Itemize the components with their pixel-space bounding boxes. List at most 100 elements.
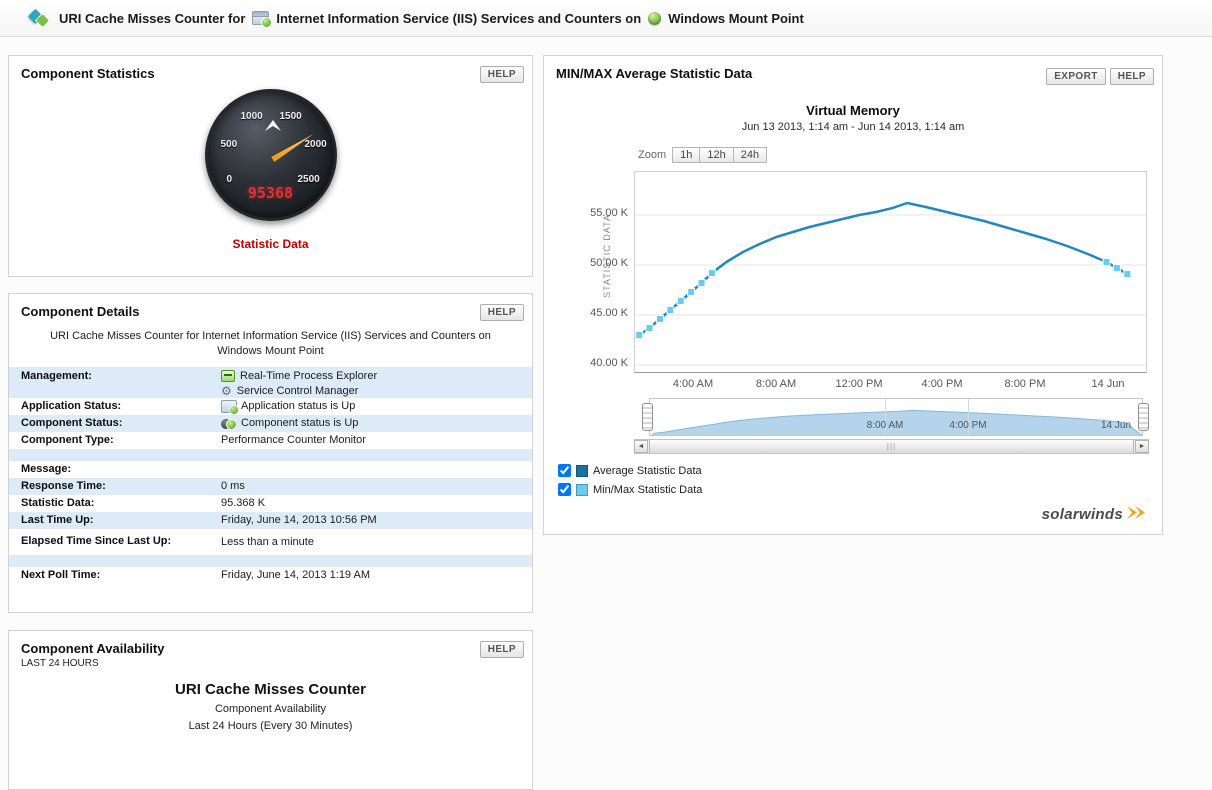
table-row-application-status: Application Status: Application status i…: [9, 398, 532, 415]
table-row-next-poll-time: Next Poll Time: Friday, June 14, 2013 1:…: [9, 567, 532, 584]
panel-title: Component Details: [21, 304, 140, 319]
process-explorer-icon: [221, 369, 235, 382]
y-tick-label: 45.00 K: [590, 307, 628, 319]
component-details-panel: Component Details HELP URI Cache Misses …: [8, 293, 533, 613]
availability-chart-title: URI Cache Misses Counter: [175, 681, 366, 698]
row-value: Component status is Up: [241, 417, 359, 430]
component-up-icon: [221, 417, 237, 430]
row-value: 95.368 K: [221, 497, 266, 510]
legend-checkbox-average[interactable]: [558, 464, 571, 477]
legend-label: Average Statistic Data: [593, 464, 702, 477]
zoom-label: Zoom: [638, 149, 667, 161]
table-row-response-time: Response Time: 0 ms: [9, 477, 532, 495]
chart-date-range: Jun 13 2013, 1:14 am - Jun 14 2013, 1:14…: [741, 121, 965, 133]
scroll-left-arrow[interactable]: ◄: [634, 440, 648, 453]
row-value: Application status is Up: [241, 400, 356, 413]
scrollbar-thumb[interactable]: |||: [649, 440, 1134, 453]
availability-chart-subtitle2: Last 24 Hours (Every 30 Minutes): [188, 720, 353, 732]
row-label: Elapsed Time Since Last Up:: [21, 535, 172, 548]
x-tick-label: 4:00 AM: [672, 378, 714, 390]
table-row-component-type: Component Type: Performance Counter Moni…: [9, 432, 532, 449]
gauge-tick: 2000: [304, 139, 327, 150]
link-label[interactable]: Service Control Manager: [237, 385, 359, 397]
gear-icon: ⚙: [221, 383, 232, 398]
real-time-process-explorer-link[interactable]: Real-Time Process Explorer: [221, 369, 377, 382]
gauge-value: 95368: [247, 184, 294, 202]
y-tick-label: 40.00 K: [590, 357, 628, 369]
gauge-tick: 1000: [240, 111, 263, 122]
zoom-24h-button[interactable]: 24h: [733, 147, 768, 163]
header-title-application: Internet Information Service (IIS) Servi…: [276, 10, 642, 26]
x-tick-label: 8:00 AM: [755, 378, 797, 390]
row-label: Response Time:: [21, 479, 106, 492]
export-button[interactable]: EXPORT: [1046, 68, 1106, 85]
component-icon: [27, 7, 52, 29]
row-label: Message:: [21, 462, 72, 475]
zoom-1h-button[interactable]: 1h: [672, 147, 701, 163]
availability-chart-subtitle: Component Availability: [214, 703, 327, 715]
table-row-component-status: Component Status: Component status is Up: [9, 414, 532, 432]
navigator-left-handle[interactable]: [642, 403, 653, 431]
availability-period-label: LAST 24 HOURS: [21, 658, 99, 669]
row-value: Friday, June 14, 2013 1:19 AM: [221, 569, 370, 582]
component-availability-panel: Component Availability HELP LAST 24 HOUR…: [8, 630, 533, 790]
table-spacer-row: [9, 448, 532, 461]
row-label: Next Poll Time:: [21, 568, 101, 581]
row-label: Last Time Up:: [21, 513, 94, 526]
legend-checkbox-minmax[interactable]: [558, 483, 571, 496]
legend-item-average[interactable]: Average Statistic Data: [558, 464, 702, 477]
scroll-right-arrow[interactable]: ►: [1135, 440, 1149, 453]
solarwinds-mark-icon: [264, 119, 282, 137]
application-up-icon: [221, 399, 239, 415]
row-value: Friday, June 14, 2013 10:56 PM: [221, 514, 377, 527]
row-label: Application Status:: [21, 399, 122, 412]
panel-title: Component Statistics: [21, 66, 155, 81]
help-button[interactable]: HELP: [479, 641, 524, 658]
gauge-tick: 1500: [279, 111, 302, 122]
table-row-management: Management: Real-Time Process Explorer ⚙…: [9, 366, 532, 398]
table-row-last-time-up: Last Time Up: Friday, June 14, 2013 10:5…: [9, 511, 532, 529]
solarwinds-logo: solarwinds: [1042, 505, 1146, 524]
y-tick-label: 50.00 K: [590, 257, 628, 269]
range-navigator[interactable]: 8:00 AM 4:00 PM 14 Jun: [649, 398, 1143, 436]
table-row-message: Message:: [9, 461, 532, 478]
application-icon: [252, 11, 273, 28]
zoom-12h-button[interactable]: 12h: [700, 147, 734, 163]
row-value: 0 ms: [221, 480, 245, 493]
service-control-manager-link[interactable]: ⚙ Service Control Manager: [221, 385, 358, 397]
header-title-node: Windows Mount Point: [668, 10, 804, 26]
statistic-chart-svg: [635, 201, 1146, 366]
table-row-statistic-data: Statistic Data: 95.368 K: [9, 495, 532, 512]
chart-scrollbar[interactable]: ◄ ||| ►: [634, 439, 1149, 454]
panel-title: MIN/MAX Average Statistic Data: [556, 66, 753, 81]
navigator-tick-label: 8:00 AM: [866, 420, 904, 431]
navigator-tick-label: 14 Jun: [1100, 420, 1132, 431]
row-label: Management:: [21, 369, 92, 382]
x-tick-label: 14 Jun: [1091, 378, 1125, 390]
component-statistics-panel: Component Statistics HELP 0 500 1000 150…: [8, 55, 533, 277]
link-label[interactable]: Real-Time Process Explorer: [240, 370, 377, 382]
panel-title: Component Availability: [21, 641, 165, 656]
help-button[interactable]: HELP: [1109, 68, 1154, 85]
chart-title: Virtual Memory: [806, 103, 900, 118]
y-tick-label: 55.00 K: [590, 207, 628, 219]
details-subtitle: URI Cache Misses Counter for Internet In…: [50, 330, 491, 357]
x-tick-label: 8:00 PM: [1004, 378, 1046, 390]
row-label: Component Type:: [21, 433, 114, 446]
chart-legend: Average Statistic Data Min/Max Statistic…: [558, 464, 702, 502]
x-tick-label: 12:00 PM: [835, 378, 883, 390]
minmax-statistic-panel: MIN/MAX Average Statistic Data EXPORT HEL…: [543, 55, 1163, 535]
statistic-chart-plot[interactable]: [634, 171, 1147, 373]
navigator-right-handle[interactable]: [1138, 403, 1149, 431]
row-value: Less than a minute: [221, 535, 314, 548]
node-up-status-icon: [648, 11, 662, 25]
row-value: Performance Counter Monitor: [221, 434, 366, 447]
table-spacer-row: [9, 554, 532, 567]
legend-item-minmax[interactable]: Min/Max Statistic Data: [558, 483, 702, 496]
help-button[interactable]: HELP: [479, 304, 524, 321]
row-label: Component Status:: [21, 416, 123, 429]
help-button[interactable]: HELP: [479, 66, 524, 83]
solarwinds-arrow-icon: [1126, 505, 1146, 524]
statistic-gauge: 0 500 1000 1500 2000 2500 95368: [204, 89, 337, 221]
legend-swatch-average: [576, 464, 588, 477]
